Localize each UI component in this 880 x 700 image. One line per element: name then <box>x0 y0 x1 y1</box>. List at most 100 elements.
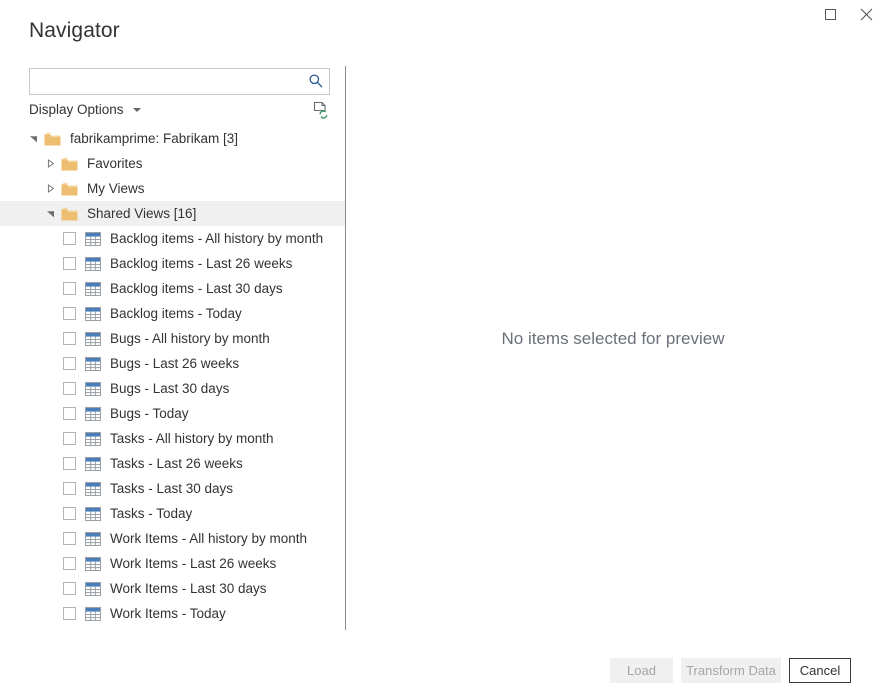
item-checkbox[interactable] <box>63 457 76 470</box>
tree-item-row[interactable]: Work Items - Last 30 days <box>0 576 345 601</box>
item-checkbox[interactable] <box>63 307 76 320</box>
item-checkbox[interactable] <box>63 557 76 570</box>
tree-item-label: Tasks - Last 26 weeks <box>110 456 243 471</box>
tree-item-label: Backlog items - Today <box>110 306 242 321</box>
item-checkbox[interactable] <box>63 507 76 520</box>
tree-item-label: Work Items - Last 30 days <box>110 581 267 596</box>
display-options-label: Display Options <box>29 102 124 117</box>
item-checkbox[interactable] <box>63 407 76 420</box>
dialog-footer: Load Transform Data Cancel <box>0 640 880 700</box>
tree-item-label: Backlog items - Last 26 weeks <box>110 256 293 271</box>
tree-item-row[interactable]: Bugs - Today <box>0 401 345 426</box>
chevron-collapsed-icon[interactable] <box>46 159 55 168</box>
folder-icon <box>61 207 78 220</box>
refresh-button[interactable] <box>311 100 331 120</box>
table-icon <box>85 356 101 371</box>
load-button[interactable]: Load <box>610 658 673 683</box>
table-icon <box>85 556 101 571</box>
tree-item-label: Work Items - All history by month <box>110 531 308 546</box>
item-checkbox[interactable] <box>63 432 76 445</box>
table-icon <box>85 431 101 446</box>
table-icon <box>85 606 101 621</box>
folder-icon <box>61 182 78 195</box>
tree-item-row[interactable]: Backlog items - All history by month <box>0 226 345 251</box>
close-button[interactable] <box>848 0 880 28</box>
chevron-expanded-icon[interactable] <box>46 209 55 218</box>
cancel-button[interactable]: Cancel <box>789 658 851 683</box>
table-icon <box>85 331 101 346</box>
table-icon <box>85 231 101 246</box>
tree-item-row[interactable]: Tasks - All history by month <box>0 426 345 451</box>
maximize-button[interactable] <box>812 0 848 28</box>
refresh-page-icon <box>313 101 328 119</box>
tree-item-row[interactable]: Bugs - Last 26 weeks <box>0 351 345 376</box>
title-bar <box>0 0 880 28</box>
close-icon <box>860 8 872 20</box>
folder-icon <box>44 132 61 145</box>
tree-item-row[interactable]: Work Items - Today <box>0 601 345 626</box>
item-checkbox[interactable] <box>63 357 76 370</box>
tree-item-row[interactable]: Backlog items - Last 30 days <box>0 276 345 301</box>
table-icon <box>85 456 101 471</box>
chevron-expanded-icon[interactable] <box>29 134 38 143</box>
tree-item-label: Bugs - All history by month <box>110 331 270 346</box>
table-icon <box>85 381 101 396</box>
tree-item-label: Work Items - Today <box>110 606 226 621</box>
item-checkbox[interactable] <box>63 232 76 245</box>
transform-data-button[interactable]: Transform Data <box>681 658 781 683</box>
tree-folder-row[interactable]: Favorites <box>0 151 345 176</box>
chevron-down-icon <box>132 107 141 112</box>
page-title: Navigator <box>29 19 120 42</box>
table-icon <box>85 406 101 421</box>
preview-empty-message: No items selected for preview <box>501 329 725 348</box>
item-checkbox[interactable] <box>63 532 76 545</box>
table-icon <box>85 306 101 321</box>
item-checkbox[interactable] <box>63 482 76 495</box>
tree-item-row[interactable]: Work Items - Last 26 weeks <box>0 551 345 576</box>
tree-item-label: Tasks - Today <box>110 506 193 521</box>
item-checkbox[interactable] <box>63 607 76 620</box>
preview-pane: No items selected for preview <box>346 66 880 630</box>
tree-item-label: Shared Views [16] <box>87 206 197 221</box>
tree-item-label: My Views <box>87 181 145 196</box>
tree-item-row[interactable]: Tasks - Today <box>0 501 345 526</box>
folder-icon <box>61 157 78 170</box>
tree-item-label: fabrikamprime: Fabrikam [3] <box>70 131 239 146</box>
search-input[interactable] <box>29 68 330 95</box>
tree-folder-row[interactable]: My Views <box>0 176 345 201</box>
search-row <box>29 68 330 95</box>
table-icon <box>85 281 101 296</box>
tree-folder-row[interactable]: Shared Views [16] <box>0 201 345 226</box>
tree-item-label: Favorites <box>87 156 143 171</box>
tree-item-label: Backlog items - All history by month <box>110 231 324 246</box>
tree-item-row[interactable]: Tasks - Last 30 days <box>0 476 345 501</box>
tree-item-row[interactable]: Tasks - Last 26 weeks <box>0 451 345 476</box>
table-icon <box>85 256 101 271</box>
item-checkbox[interactable] <box>63 582 76 595</box>
item-checkbox[interactable] <box>63 332 76 345</box>
navigator-dialog: Navigator Display Options fabrikamprime:… <box>0 0 880 700</box>
tree-item-label: Tasks - All history by month <box>110 431 274 446</box>
tree-item-label: Bugs - Today <box>110 406 189 421</box>
tree-item-row[interactable]: Backlog items - Last 26 weeks <box>0 251 345 276</box>
item-checkbox[interactable] <box>63 257 76 270</box>
table-icon <box>85 506 101 521</box>
tree-item-label: Tasks - Last 30 days <box>110 481 234 496</box>
tree-item-row[interactable]: Work Items - All history by month <box>0 526 345 551</box>
tree-item-label: Bugs - Last 30 days <box>110 381 230 396</box>
tree-item-label: Backlog items - Last 30 days <box>110 281 283 296</box>
maximize-icon <box>824 8 836 20</box>
table-icon <box>85 531 101 546</box>
navigation-tree: fabrikamprime: Fabrikam [3] Favorites My V… <box>0 126 345 631</box>
tree-folder-row[interactable]: fabrikamprime: Fabrikam [3] <box>0 126 345 151</box>
tree-item-row[interactable]: Backlog items - Today <box>0 301 345 326</box>
display-options-button[interactable]: Display Options <box>29 102 141 117</box>
item-checkbox[interactable] <box>63 282 76 295</box>
tree-item-row[interactable]: Bugs - All history by month <box>0 326 345 351</box>
tree-item-label: Bugs - Last 26 weeks <box>110 356 240 371</box>
table-icon <box>85 481 101 496</box>
item-checkbox[interactable] <box>63 382 76 395</box>
chevron-collapsed-icon[interactable] <box>46 184 55 193</box>
tree-item-label: Work Items - Last 26 weeks <box>110 556 277 571</box>
tree-item-row[interactable]: Bugs - Last 30 days <box>0 376 345 401</box>
